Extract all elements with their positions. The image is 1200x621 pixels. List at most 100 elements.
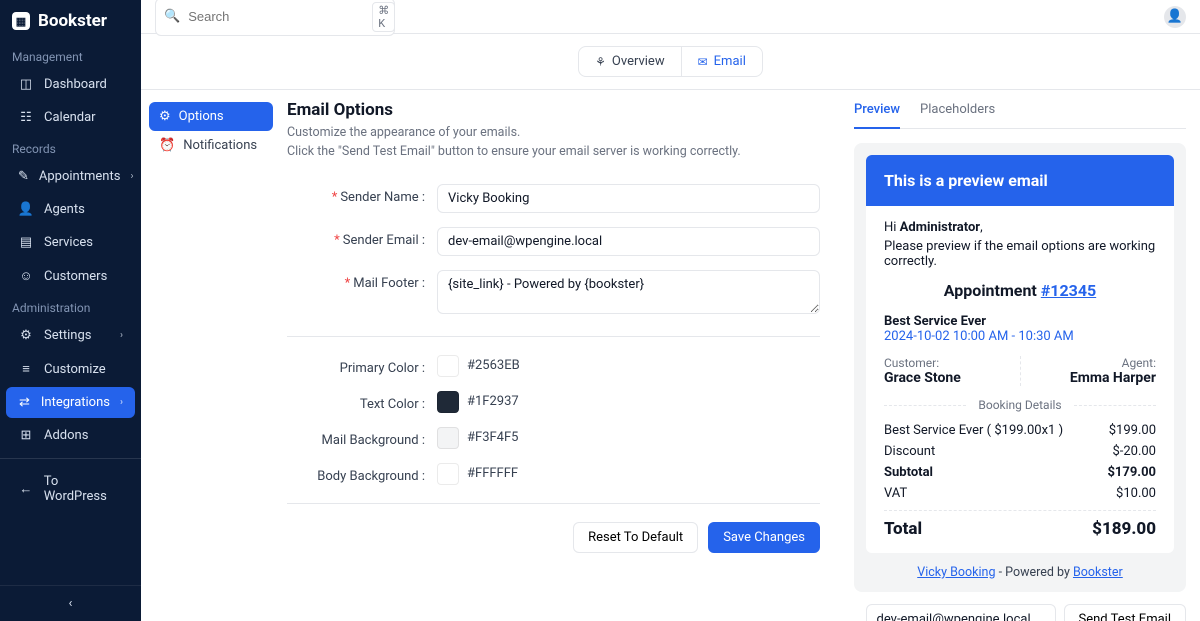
sidebar-item-settings[interactable]: ⚙ Settings › (6, 320, 135, 351)
services-icon: ▤ (18, 235, 34, 250)
rail-item-options[interactable]: ⚙ Options (149, 102, 273, 131)
brand: ▦ Bookster (0, 0, 141, 42)
brand-logo-icon: ▦ (12, 12, 30, 30)
sidebar-item-label: Agents (44, 202, 85, 217)
sidebar-section-records: Records (0, 134, 141, 160)
line-item-total: Total$189.00 (884, 519, 1156, 539)
sidebar-item-label: To WordPress (44, 474, 123, 504)
input-sender-email[interactable] (437, 227, 820, 256)
value-mail-bg: #F3F4F5 (467, 430, 518, 445)
search-icon: 🔍 (164, 9, 180, 24)
label-primary-color: Primary Color (340, 361, 419, 376)
email-preview-card: This is a preview email Hi Administrator… (854, 143, 1186, 592)
search-input[interactable] (186, 8, 366, 25)
sidebar-section-management: Management (0, 42, 141, 68)
tab-overview[interactable]: ⚘ Overview (579, 47, 681, 76)
rail-item-notifications[interactable]: ⏰ Notifications (149, 131, 273, 160)
sidebar-item-label: Appointments (39, 169, 121, 184)
send-test-email-button[interactable]: Send Test Email (1064, 604, 1187, 621)
sidebar-item-agents[interactable]: 👤 Agents (6, 194, 135, 225)
agent-name: Emma Harper (1031, 370, 1157, 386)
sidebar-item-calendar[interactable]: ☷ Calendar (6, 102, 135, 133)
chevron-left-icon: ‹ (69, 596, 73, 611)
value-body-bg: #FFFFFF (467, 466, 518, 481)
clock-icon: ⏰ (159, 138, 175, 153)
swatch-text-color[interactable] (437, 391, 459, 413)
label-mail-footer: Mail Footer (353, 276, 418, 291)
gear-icon: ⚙ (159, 109, 171, 124)
preview-pane: Preview Placeholders This is a preview e… (840, 90, 1200, 621)
test-email-input[interactable] (866, 604, 1056, 621)
sidebar-item-to-wordpress[interactable]: ← To WordPress (6, 466, 135, 512)
integrations-icon: ⇄ (18, 395, 31, 410)
email-appointment-link[interactable]: Appointment #12345 (884, 281, 1156, 300)
email-service-name: Best Service Ever (884, 314, 1156, 329)
sidebar-item-integrations[interactable]: ⇄ Integrations › (6, 387, 135, 418)
email-footer: Vicky Booking - Powered by Bookster (866, 565, 1174, 580)
sidebar-item-customers[interactable]: ☺ Customers (6, 260, 135, 292)
label-sender-email: Sender Email (343, 233, 419, 248)
line-item-service: Best Service Ever ( $199.00x1 )$199.00 (884, 420, 1156, 441)
search-shortcut: ⌘ K (372, 2, 395, 32)
settings-rail: ⚙ Options ⏰ Notifications (141, 90, 281, 621)
swatch-primary-color[interactable] (437, 355, 459, 377)
sidebar-item-label: Settings (44, 328, 91, 343)
email-greeting: Hi Administrator, (884, 220, 1156, 235)
label-body-bg: Body Background (317, 469, 418, 484)
sidebar-section-administration: Administration (0, 293, 141, 319)
preview-tab-preview[interactable]: Preview (854, 102, 900, 129)
booking-details-heading: Booking Details (884, 398, 1156, 412)
tab-email[interactable]: ✉ Email (682, 47, 762, 76)
sidebar-item-label: Calendar (44, 110, 96, 125)
sidebar-item-services[interactable]: ▤ Services (6, 227, 135, 258)
customize-icon: ≡ (18, 361, 34, 377)
value-text-color: #1F2937 (467, 394, 519, 409)
brand-name: Bookster (38, 11, 107, 31)
sidebar-item-label: Customize (44, 362, 106, 377)
chevron-right-icon: › (120, 330, 123, 341)
sidebar-item-label: Dashboard (44, 77, 107, 92)
sidebar-item-label: Customers (44, 269, 107, 284)
footer-link-site[interactable]: Vicky Booking (917, 565, 995, 580)
save-button[interactable]: Save Changes (708, 522, 820, 553)
calendar-icon: ☷ (18, 110, 34, 125)
topbar: 🔍 ⌘ K 👤 (141, 0, 1200, 34)
page-subtitle-1: Customize the appearance of your emails. (287, 124, 820, 143)
line-item-subtotal: Subtotal$179.00 (884, 462, 1156, 483)
sidebar-item-label: Integrations (41, 395, 110, 410)
avatar[interactable]: 👤 (1164, 6, 1186, 28)
email-banner: This is a preview email (866, 155, 1174, 206)
rail-item-label: Options (179, 109, 224, 124)
tab-label: Overview (612, 54, 665, 69)
sidebar-item-label: Addons (44, 428, 88, 443)
mail-icon: ✉ (698, 55, 708, 69)
swatch-body-bg[interactable] (437, 463, 459, 485)
preview-tab-placeholders[interactable]: Placeholders (920, 102, 995, 128)
sidebar-collapse-button[interactable]: ‹ (0, 585, 141, 621)
footer-link-bookster[interactable]: Bookster (1073, 565, 1123, 580)
customer-label: Customer: (884, 356, 1010, 370)
label-mail-bg: Mail Background (322, 433, 419, 448)
swatch-mail-bg[interactable] (437, 427, 459, 449)
user-icon: 👤 (1167, 9, 1183, 24)
sidebar-item-addons[interactable]: ⊞ Addons (6, 420, 135, 451)
settings-icon: ⚙ (18, 328, 34, 343)
page-title: Email Options (287, 100, 820, 120)
agents-icon: 👤 (18, 202, 34, 217)
sidebar-item-label: Services (44, 235, 93, 250)
back-icon: ← (18, 481, 34, 497)
page-tabs: ⚘ Overview ✉ Email (141, 34, 1200, 90)
rail-item-label: Notifications (183, 138, 257, 153)
search-box[interactable]: 🔍 ⌘ K (155, 0, 395, 36)
sidebar: ▦ Bookster Management ◫ Dashboard ☷ Cale… (0, 0, 141, 621)
value-primary-color: #2563EB (467, 358, 520, 373)
reset-button[interactable]: Reset To Default (573, 522, 698, 553)
page-subtitle-2: Click the "Send Test Email" button to en… (287, 143, 820, 162)
sidebar-item-dashboard[interactable]: ◫ Dashboard (6, 69, 135, 100)
label-text-color: Text Color (360, 397, 419, 412)
sidebar-item-customize[interactable]: ≡ Customize (6, 353, 135, 385)
input-sender-name[interactable] (437, 184, 820, 213)
share-icon: ⚘ (595, 55, 606, 69)
sidebar-item-appointments[interactable]: ✎ Appointments › (6, 161, 135, 192)
input-mail-footer[interactable]: {site_link} - Powered by {bookster} (437, 270, 820, 314)
